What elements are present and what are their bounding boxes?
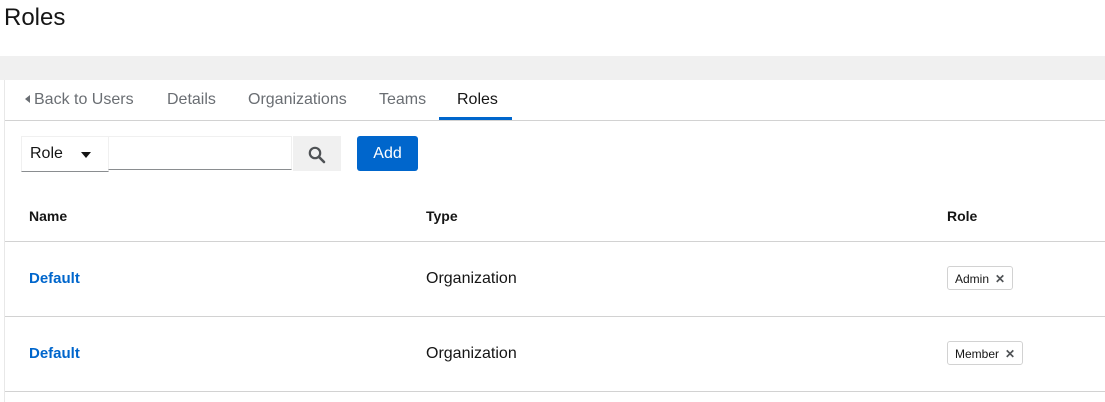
tab-organizations[interactable]: Organizations xyxy=(248,80,347,120)
page-title: Roles xyxy=(4,4,66,31)
page-divider-band xyxy=(0,56,1105,80)
tab-label: Details xyxy=(167,91,216,108)
tab-back-to-users[interactable]: Back to Users xyxy=(25,80,134,120)
caret-down-icon xyxy=(81,152,91,158)
column-header-role: Role xyxy=(947,208,978,224)
search-button[interactable] xyxy=(293,136,341,171)
search-input[interactable] xyxy=(108,136,292,170)
add-button[interactable]: Add xyxy=(357,136,418,171)
row-name-link[interactable]: Default xyxy=(29,270,80,287)
tab-roles[interactable]: Roles xyxy=(457,80,498,120)
active-tab-indicator xyxy=(439,117,512,120)
role-chip-label: Member xyxy=(955,347,1000,361)
tab-label: Back to Users xyxy=(34,91,134,108)
column-header-type: Type xyxy=(426,208,458,224)
tab-details[interactable]: Details xyxy=(167,80,216,120)
tab-label: Roles xyxy=(457,91,498,108)
roles-card: Back to Users Details Organizations Team… xyxy=(4,80,1105,402)
column-header-name: Name xyxy=(29,208,68,224)
close-icon[interactable]: ✕ xyxy=(995,267,1005,291)
role-chip-label: Admin xyxy=(955,272,990,286)
caret-left-icon xyxy=(25,95,30,103)
tab-label: Teams xyxy=(379,91,427,108)
filter-select-value: Role xyxy=(30,145,63,162)
table-row: Default Organization Admin ✕ xyxy=(5,242,1105,317)
tab-label: Organizations xyxy=(248,91,347,108)
tab-bar: Back to Users Details Organizations Team… xyxy=(5,80,1105,121)
table-header: Name Type Role xyxy=(5,194,1105,242)
page-header: Roles xyxy=(0,0,1105,56)
role-chip: Member ✕ xyxy=(947,341,1024,366)
close-icon[interactable]: ✕ xyxy=(1005,342,1015,366)
row-name-link[interactable]: Default xyxy=(29,345,80,362)
role-chip: Admin ✕ xyxy=(947,266,1014,291)
filter-select[interactable]: Role xyxy=(21,136,109,172)
search-icon xyxy=(308,146,326,164)
row-type: Organization xyxy=(426,270,517,287)
row-type: Organization xyxy=(426,345,517,362)
tab-teams[interactable]: Teams xyxy=(379,80,426,120)
table-row: Default Organization Member ✕ xyxy=(5,317,1105,392)
